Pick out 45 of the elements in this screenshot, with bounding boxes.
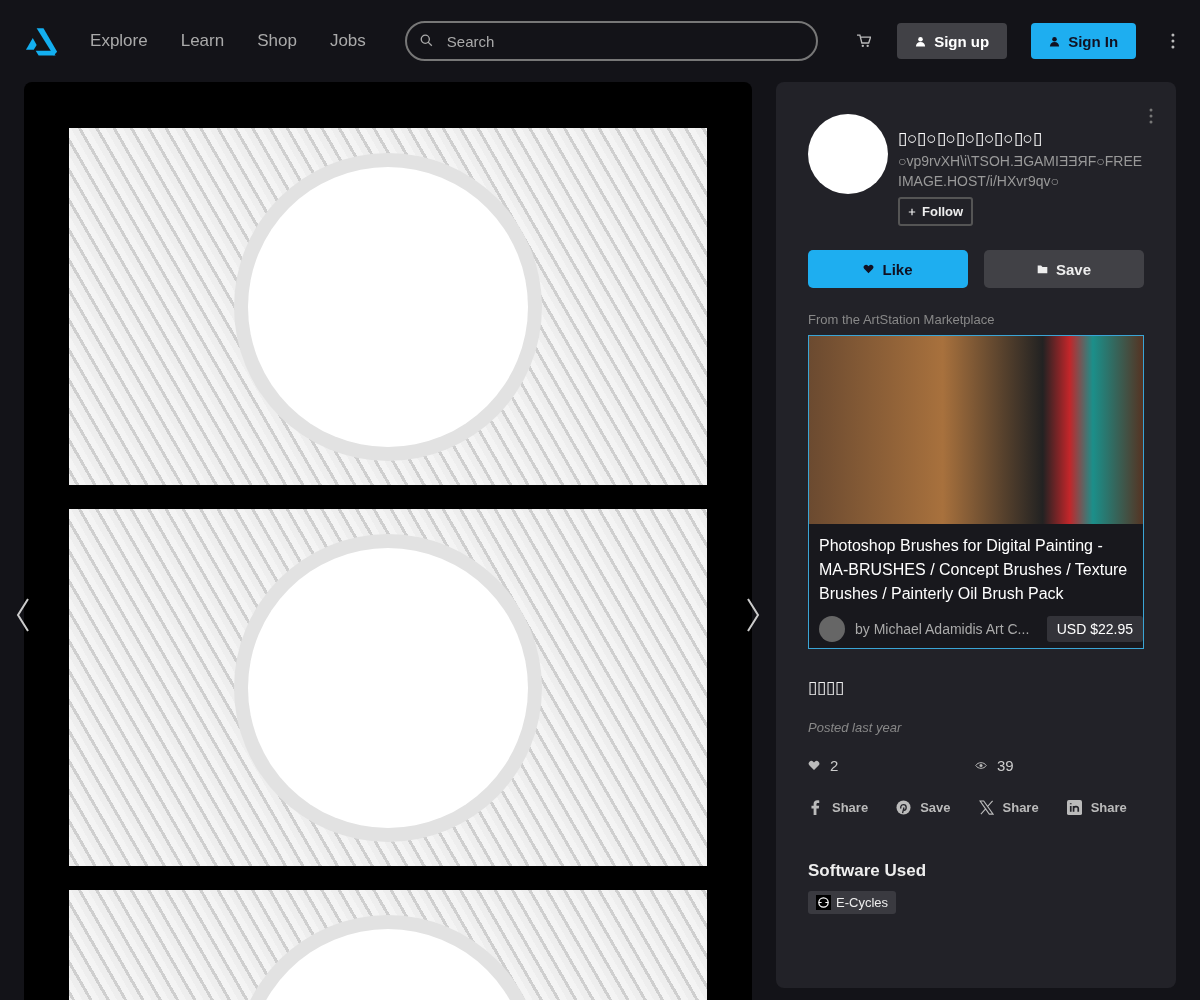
share-link[interactable]: Share <box>1066 800 1127 815</box>
heart-icon <box>863 263 875 275</box>
chevron-left-icon[interactable] <box>16 597 30 633</box>
tag-text: ▯▯▯▯ <box>808 677 845 698</box>
cart-icon[interactable] <box>855 33 872 49</box>
like-button[interactable]: Like <box>808 250 968 288</box>
artist-name[interactable]: ▯○▯○▯○▯○▯○▯○▯○▯ <box>898 128 1144 149</box>
heart-icon <box>808 760 820 771</box>
follow-button[interactable]: Follow <box>898 197 974 226</box>
software-tag[interactable]: E-Cycles <box>808 891 896 914</box>
nav-link[interactable]: Explore <box>90 31 148 51</box>
share-link[interactable]: Share <box>978 800 1039 815</box>
share-link[interactable]: Share <box>808 800 869 815</box>
price-tag: USD $22.95 <box>1046 616 1143 642</box>
logo-icon[interactable] <box>24 26 60 56</box>
pinterest-icon <box>896 800 912 815</box>
product-card[interactable]: Photoshop Brushes for Digital Painting - MA-BRUSHES / Concept Brushes / Texture Brushes / Painterly Oil Brush Pack by Michael Adamidis Art C... USD $22.95 <box>808 335 1144 649</box>
user-icon <box>915 35 927 47</box>
user-icon <box>1049 35 1061 47</box>
product-author[interactable]: by Michael Adamidis Art C... <box>855 621 1047 637</box>
marketplace-heading: From the ArtStation Marketplace <box>808 312 996 327</box>
view-count: 39 <box>997 757 1014 774</box>
artist-headline: ○vp9rvXH\i\TSOH.ƎGAMIƎƎЯF○FREEIMAGE.HOST/i/HXvr9qv○ <box>898 152 1144 191</box>
software-icon <box>816 895 831 910</box>
nav-link[interactable]: Jobs <box>329 31 366 51</box>
posted-date: Posted last year <box>808 720 903 735</box>
nav-link[interactable]: Shop <box>257 31 297 51</box>
author-avatar <box>819 616 845 642</box>
linkedin-icon <box>1066 800 1082 815</box>
folder-icon <box>1036 263 1048 275</box>
plus-icon <box>908 207 916 216</box>
search-field[interactable]: Search <box>404 21 818 61</box>
product-title[interactable]: Photoshop Brushes for Digital Painting - MA-BRUSHES / Concept Brushes / Texture Brushes / Painterly Oil Brush Pack <box>809 524 1143 610</box>
header-button[interactable]: Sign up <box>897 23 1008 59</box>
save-button[interactable]: Save <box>984 250 1144 288</box>
nav-link[interactable]: Learn <box>180 31 225 51</box>
share-link[interactable]: Save <box>896 800 951 815</box>
search-icon <box>419 34 433 47</box>
eye-icon <box>975 760 987 771</box>
chevron-right-icon[interactable] <box>746 597 760 633</box>
like-count: 2 <box>830 757 839 774</box>
x-logo-icon <box>978 800 994 815</box>
more-icon[interactable] <box>1170 33 1176 49</box>
header-button[interactable]: Sign In <box>1031 23 1137 59</box>
section-heading: Software Used <box>808 861 928 881</box>
